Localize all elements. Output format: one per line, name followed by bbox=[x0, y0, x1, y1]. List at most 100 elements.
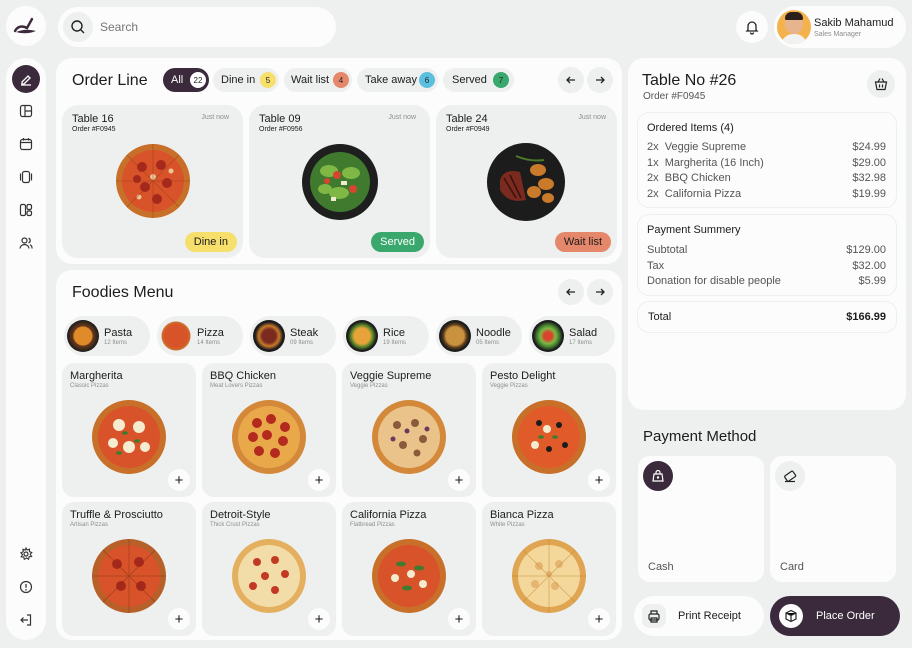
total-value: $166.99 bbox=[846, 311, 886, 323]
filter-count-badge: 5 bbox=[260, 72, 276, 88]
pizza-image bbox=[232, 539, 306, 613]
status-badge: Wait list bbox=[554, 232, 611, 252]
menu-item[interactable]: BBQ Chicken Meat Lovers Pizzas + bbox=[202, 363, 336, 497]
add-button[interactable]: + bbox=[308, 608, 330, 630]
payment-line: Subtotal $129.00 bbox=[647, 244, 886, 256]
menu-next-button[interactable] bbox=[587, 279, 613, 305]
avatar bbox=[777, 10, 811, 44]
category-noodle[interactable]: Noodle 05 Items bbox=[436, 316, 522, 356]
category-pizza[interactable]: Pizza 14 Items bbox=[157, 316, 243, 356]
user-name: Sakib Mahamud bbox=[814, 17, 894, 29]
print-receipt-label: Print Receipt bbox=[678, 610, 741, 622]
sidebar-item-orders[interactable] bbox=[12, 65, 40, 93]
users-icon bbox=[19, 237, 33, 249]
steak-thumb bbox=[253, 320, 285, 352]
category-rice[interactable]: Rice 19 Items bbox=[343, 316, 429, 356]
category-salad[interactable]: Salad 17 Items bbox=[529, 316, 615, 356]
add-button[interactable]: + bbox=[168, 608, 190, 630]
add-button[interactable]: + bbox=[168, 469, 190, 491]
search-input[interactable] bbox=[100, 18, 320, 36]
sidebar-item-users[interactable] bbox=[12, 229, 40, 257]
menu-item[interactable]: Pesto Delight Veggie Pizzas + bbox=[482, 363, 616, 497]
order-time: Just now bbox=[388, 114, 416, 121]
ordered-items-list: 2x Veggie Supreme $24.99 1x Margherita (1… bbox=[647, 141, 886, 203]
slides-icon bbox=[19, 170, 33, 184]
category-steak[interactable]: Steak 09 Items bbox=[250, 316, 336, 356]
basket-icon bbox=[874, 78, 888, 91]
pizza-image bbox=[372, 400, 446, 474]
filter-dine-in[interactable]: Dine in 5 bbox=[213, 68, 279, 92]
cash-label: Cash bbox=[648, 561, 674, 573]
total-label: Total bbox=[648, 311, 672, 323]
search-icon bbox=[63, 12, 93, 42]
order-prev-button[interactable] bbox=[558, 67, 584, 93]
payment-line: Tax $32.00 bbox=[647, 259, 886, 272]
add-button[interactable]: + bbox=[448, 608, 470, 630]
menu-prev-button[interactable] bbox=[558, 279, 584, 305]
filter-wait-list[interactable]: Wait list 4 bbox=[284, 68, 352, 92]
edit-icon bbox=[21, 75, 31, 86]
card-option[interactable]: Card bbox=[770, 456, 896, 582]
order-card[interactable]: Table 24 Order #F0949 Just now Wait list bbox=[436, 105, 617, 258]
pizza-image bbox=[92, 539, 166, 613]
order-table: Table 09 bbox=[259, 113, 301, 125]
menu-title: Foodies Menu bbox=[72, 284, 174, 301]
add-button[interactable]: + bbox=[588, 469, 610, 491]
ordered-items-title: Ordered Items (4) bbox=[647, 122, 734, 134]
place-order-icon bbox=[779, 604, 803, 628]
sidebar-item-layout[interactable] bbox=[12, 97, 40, 125]
status-badge: Served bbox=[371, 232, 424, 252]
menu-item[interactable]: Bianca Pizza White Pizzas + bbox=[482, 502, 616, 636]
user-profile[interactable]: Sakib Mahamud Sales Manager bbox=[774, 6, 906, 48]
layout-icon bbox=[19, 104, 33, 118]
filter-served[interactable]: Served 7 bbox=[443, 68, 514, 92]
logo[interactable] bbox=[6, 6, 46, 46]
delete-order-button[interactable] bbox=[867, 70, 895, 98]
menu-item[interactable]: Veggie Supreme Veggie Pizzas + bbox=[342, 363, 476, 497]
order-card[interactable]: Table 16 Order #F0945 Just now Dine in bbox=[62, 105, 243, 258]
search-bar[interactable] bbox=[58, 7, 336, 47]
sidebar-item-calendar[interactable] bbox=[12, 130, 40, 158]
menu-item[interactable]: California Pizza Flatbread Pizzas + bbox=[342, 502, 476, 636]
order-next-button[interactable] bbox=[587, 67, 613, 93]
pizza-image bbox=[512, 539, 586, 613]
sidebar-item-settings[interactable] bbox=[12, 540, 40, 568]
pizza-image bbox=[512, 400, 586, 474]
print-icon bbox=[642, 604, 666, 628]
menu-item[interactable]: Margherita Classic Pizzas + bbox=[62, 363, 196, 497]
sidebar-item-reports[interactable] bbox=[12, 163, 40, 191]
filter-all[interactable]: All 22 bbox=[163, 68, 209, 92]
order-number: Order #F0949 bbox=[446, 126, 490, 133]
pizza-image bbox=[116, 144, 190, 218]
order-card[interactable]: Table 09 Order #F0956 Just now Served bbox=[249, 105, 430, 258]
payment-method-title: Payment Method bbox=[643, 428, 757, 445]
notification-button[interactable] bbox=[736, 11, 768, 43]
filter-take-away[interactable]: Take away 6 bbox=[357, 68, 438, 92]
order-line-item: 2x Veggie Supreme $24.99 bbox=[647, 141, 886, 153]
table-order-number: Order #F0945 bbox=[643, 91, 706, 102]
filter-count-badge: 7 bbox=[493, 72, 509, 88]
table-title: Table No #26 bbox=[642, 72, 737, 89]
print-receipt-button[interactable]: Print Receipt bbox=[634, 596, 764, 636]
salad-image bbox=[302, 144, 378, 220]
category-pasta[interactable]: Pasta 12 Items bbox=[64, 316, 150, 356]
add-button[interactable]: + bbox=[588, 608, 610, 630]
sidebar-item-help[interactable] bbox=[12, 573, 40, 601]
menu-item[interactable]: Detroit-Style Thick Crust Pizzas + bbox=[202, 502, 336, 636]
payment-summary-list: Subtotal $129.00 Tax $32.00 Donation for d… bbox=[647, 244, 886, 291]
pasta-thumb bbox=[67, 320, 99, 352]
order-time: Just now bbox=[201, 114, 229, 121]
menu-item[interactable]: Truffle & Prosciutto Artisan Pizzas + bbox=[62, 502, 196, 636]
order-table: Table 24 bbox=[446, 113, 488, 125]
noodle-thumb bbox=[439, 320, 471, 352]
sidebar-item-dashboard[interactable] bbox=[12, 196, 40, 224]
card-label: Card bbox=[780, 561, 804, 573]
info-icon bbox=[19, 580, 33, 594]
cash-option[interactable]: Cash bbox=[638, 456, 764, 582]
add-button[interactable]: + bbox=[308, 469, 330, 491]
place-order-button[interactable]: Place Order bbox=[770, 596, 900, 636]
sidebar-item-logout[interactable] bbox=[12, 606, 40, 634]
cash-icon bbox=[643, 461, 673, 491]
add-button[interactable]: + bbox=[448, 469, 470, 491]
payment-summary-title: Payment Summery bbox=[647, 224, 741, 236]
